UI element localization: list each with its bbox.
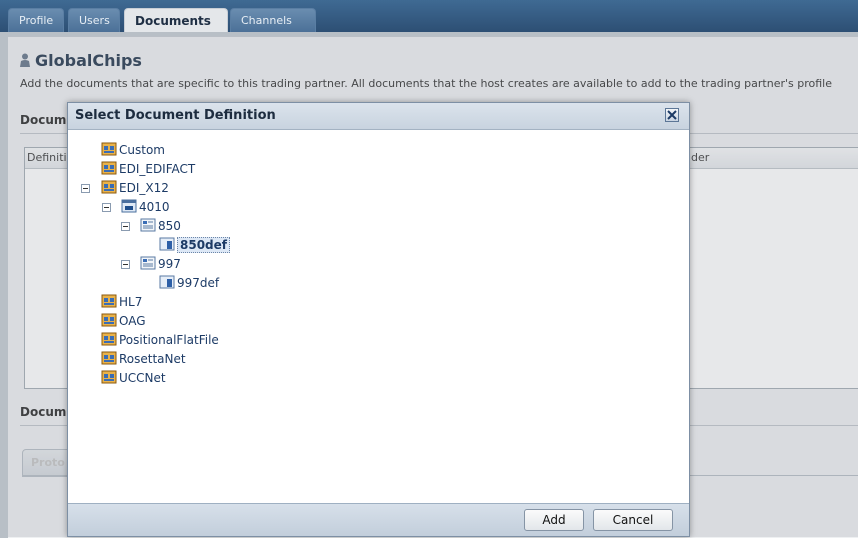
tree-node-rosettanet[interactable]: RosettaNet bbox=[101, 350, 186, 368]
definition-icon bbox=[159, 237, 175, 251]
tree-node-label: HL7 bbox=[119, 295, 143, 309]
tree-node-label: PositionalFlatFile bbox=[119, 333, 219, 347]
tree-node-positionalflatfile[interactable]: PositionalFlatFile bbox=[101, 331, 219, 349]
tree-node-label: Custom bbox=[119, 143, 165, 157]
collapse-4010-toggle[interactable] bbox=[102, 203, 111, 212]
tree-node-label: RosettaNet bbox=[119, 352, 186, 366]
doctype-icon bbox=[140, 218, 156, 232]
tab-channels[interactable]: Channels bbox=[230, 8, 316, 32]
tab-documents[interactable]: Documents bbox=[124, 8, 228, 32]
tree-node-edi-edifact[interactable]: EDI_EDIFACT bbox=[101, 160, 195, 178]
tree-node-edi-x12[interactable]: EDI_X12 bbox=[101, 179, 169, 197]
collapse-850-toggle[interactable] bbox=[121, 222, 130, 231]
close-icon bbox=[667, 110, 677, 120]
dialog-footer: Add Cancel bbox=[68, 503, 689, 536]
tree-node-850[interactable]: 850 bbox=[140, 217, 181, 235]
doctype-icon bbox=[140, 256, 156, 270]
tree-node-997def[interactable]: 997def bbox=[159, 274, 219, 292]
protocol-icon bbox=[101, 294, 117, 308]
protocol-icon bbox=[101, 351, 117, 365]
top-tab-bar: Profile Users Documents Channels bbox=[0, 0, 858, 32]
protocol-icon bbox=[101, 332, 117, 346]
tree-node-hl7[interactable]: HL7 bbox=[101, 293, 142, 311]
tree-node-label: 850def bbox=[177, 237, 230, 253]
definition-icon bbox=[159, 275, 175, 289]
protocol-icon bbox=[101, 180, 117, 194]
tree-node-label: OAG bbox=[119, 314, 146, 328]
tree-node-label: 850 bbox=[158, 219, 181, 233]
tree-node-label: UCCNet bbox=[119, 371, 166, 385]
cancel-button[interactable]: Cancel bbox=[593, 509, 673, 531]
document-tree: Custom EDI_EDIFACT EDI_X12 4010 850 850d… bbox=[68, 130, 689, 504]
collapse-997-toggle[interactable] bbox=[121, 260, 130, 269]
tree-node-850def[interactable]: 850def bbox=[159, 236, 230, 254]
dialog-titlebar: Select Document Definition bbox=[68, 103, 689, 130]
tree-node-997[interactable]: 997 bbox=[140, 255, 181, 273]
tree-node-label: 4010 bbox=[139, 200, 170, 214]
tree-node-label: 997def bbox=[177, 276, 220, 290]
version-icon bbox=[121, 199, 137, 213]
close-button[interactable] bbox=[665, 108, 679, 122]
dialog-title: Select Document Definition bbox=[75, 108, 276, 123]
tab-users[interactable]: Users bbox=[68, 8, 120, 32]
protocol-icon bbox=[101, 142, 117, 156]
select-document-dialog: Select Document Definition Custom EDI_ED… bbox=[67, 102, 690, 537]
tree-node-oag[interactable]: OAG bbox=[101, 312, 146, 330]
tree-node-label: EDI_EDIFACT bbox=[119, 162, 196, 176]
tree-node-label: EDI_X12 bbox=[119, 181, 169, 195]
protocol-icon bbox=[101, 370, 117, 384]
protocol-icon bbox=[101, 313, 117, 327]
tree-node-custom[interactable]: Custom bbox=[101, 141, 165, 159]
protocol-icon bbox=[101, 161, 117, 175]
tab-profile[interactable]: Profile bbox=[8, 8, 64, 32]
tree-node-4010[interactable]: 4010 bbox=[121, 198, 170, 216]
collapse-edi-x12-toggle[interactable] bbox=[81, 184, 90, 193]
tree-node-uccnet[interactable]: UCCNet bbox=[101, 369, 166, 387]
add-button[interactable]: Add bbox=[524, 509, 584, 531]
tree-node-label: 997 bbox=[158, 257, 181, 271]
